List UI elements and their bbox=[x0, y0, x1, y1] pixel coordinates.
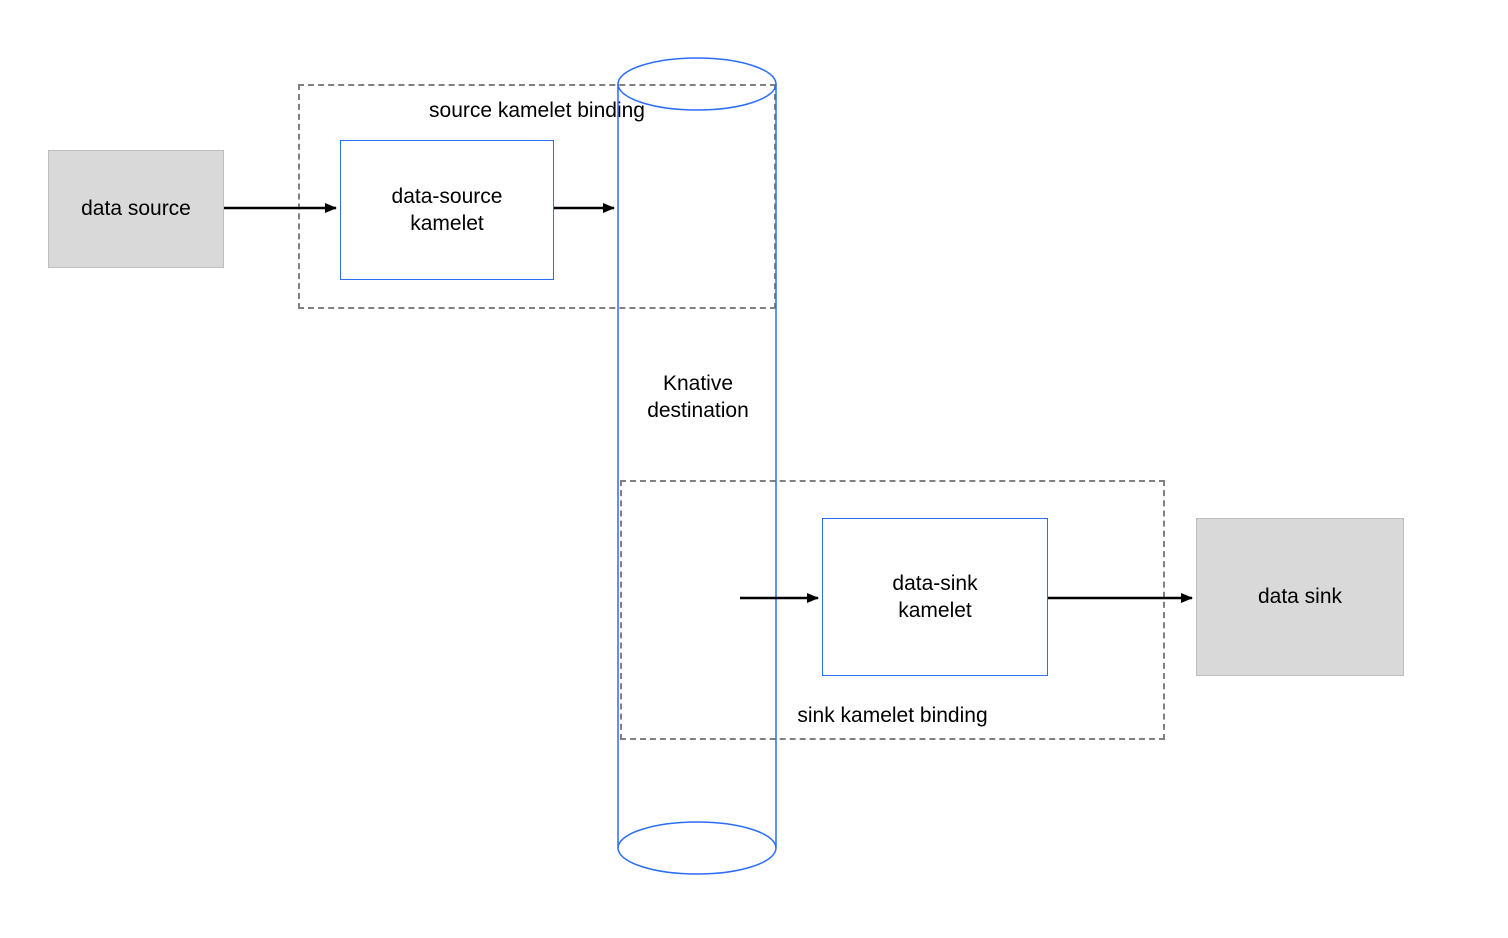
source-kamelet-label: data-source kamelet bbox=[392, 183, 503, 238]
knative-label: Knative destination bbox=[618, 370, 778, 425]
sink-kamelet-box: data-sink kamelet bbox=[822, 518, 1048, 676]
sink-binding-label: sink kamelet binding bbox=[620, 702, 1165, 729]
data-sink-box: data sink bbox=[1196, 518, 1404, 676]
data-source-label: data source bbox=[81, 195, 191, 222]
source-binding-label: source kamelet binding bbox=[298, 97, 776, 124]
diagram-stage: source kamelet binding sink kamelet bind… bbox=[0, 0, 1508, 938]
source-kamelet-box: data-source kamelet bbox=[340, 140, 554, 280]
sink-kamelet-label: data-sink kamelet bbox=[892, 570, 977, 625]
data-sink-label: data sink bbox=[1258, 583, 1342, 610]
data-source-box: data source bbox=[48, 150, 224, 268]
